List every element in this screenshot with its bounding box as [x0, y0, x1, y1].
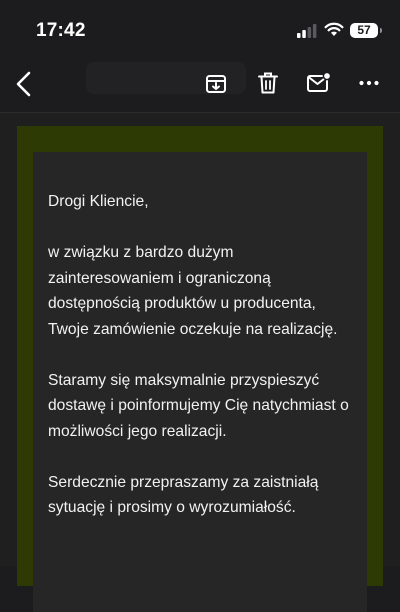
trash-icon[interactable]	[257, 71, 279, 95]
mark-unread-icon[interactable]	[306, 71, 332, 95]
message-toolbar	[0, 56, 400, 112]
status-bar: 17:42 57	[0, 0, 400, 56]
message-greeting: Drogi Kliencie,	[48, 193, 149, 210]
email-frame: Drogi Kliencie, w związku z bardzo dużym…	[17, 126, 383, 612]
archive-icon[interactable]	[205, 71, 227, 95]
battery-cap	[380, 28, 382, 33]
battery-indicator: 57	[350, 23, 378, 38]
back-icon[interactable]	[14, 70, 34, 98]
wifi-icon	[324, 22, 344, 36]
status-time: 17:42	[36, 20, 86, 41]
more-icon[interactable]	[358, 71, 380, 95]
message-paragraph: w związku z bardzo dużym zainteresowanie…	[48, 244, 338, 338]
message-body: Drogi Kliencie, w związku z bardzo dużym…	[0, 113, 400, 612]
message-card: Drogi Kliencie, w związku z bardzo dużym…	[33, 152, 367, 612]
message-paragraph: Staramy się maksymalnie przyspieszyć dos…	[48, 371, 349, 440]
message-text: Drogi Kliencie, w związku z bardzo dużym…	[48, 189, 358, 546]
message-paragraph: Serdecznie przepraszamy za zaistniałą sy…	[48, 473, 319, 517]
cellular-signal-icon	[297, 24, 317, 38]
